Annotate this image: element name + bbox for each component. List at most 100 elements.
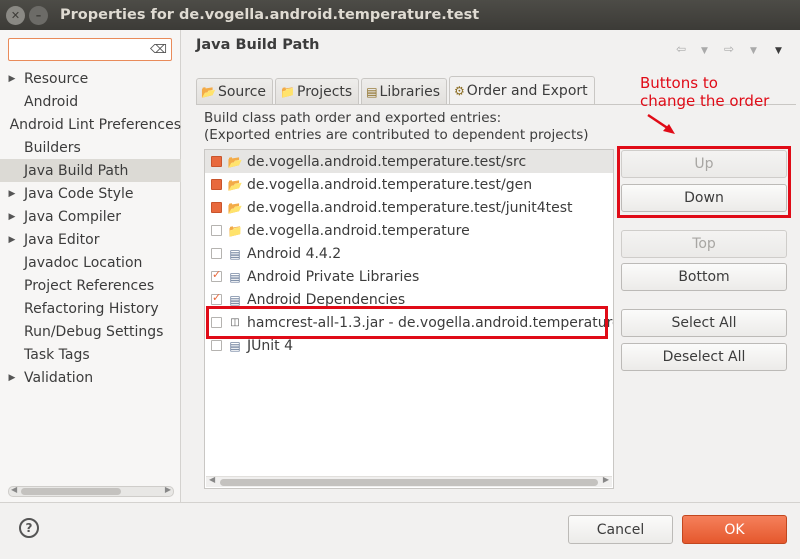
filter-input[interactable]: ⌫: [8, 38, 172, 61]
annotation-arrow-icon: [647, 113, 675, 134]
library-icon: ▤: [229, 338, 241, 353]
top-button[interactable]: Top: [621, 230, 787, 258]
window-title: Properties for de.vogella.android.temper…: [60, 7, 480, 23]
forward-arrow-icon[interactable]: ⇨: [724, 42, 734, 56]
tab-libraries[interactable]: ▤ Libraries: [361, 78, 448, 104]
export-checkbox[interactable]: [211, 340, 222, 351]
sidebar-horizontal-scrollbar[interactable]: ◀ ▶: [8, 485, 174, 497]
sidebar-item-project-references[interactable]: Project References: [0, 274, 181, 297]
export-checkbox[interactable]: [211, 179, 222, 190]
sidebar-item-javadoc-location[interactable]: Javadoc Location: [0, 251, 181, 274]
library-icon: ▤: [366, 84, 378, 99]
sidebar-item-java-code-style[interactable]: ▶ Java Code Style: [0, 182, 181, 205]
footer-separator: [0, 502, 800, 503]
cancel-button[interactable]: Cancel: [568, 515, 673, 544]
sidebar-item-label: Project References: [24, 277, 155, 294]
entry-label: de.vogella.android.temperature.test/juni…: [247, 199, 573, 216]
export-checkbox[interactable]: [211, 156, 222, 167]
entry-label: de.vogella.android.temperature.test/gen: [247, 176, 533, 193]
preference-tree: ▶ Resource Android Android Lint Preferences…: [0, 67, 181, 389]
expand-arrow-icon[interactable]: ▶: [0, 212, 24, 222]
deselect-all-button[interactable]: Deselect All: [621, 343, 787, 371]
sidebar-item-label: Java Compiler: [24, 208, 122, 225]
export-checkbox[interactable]: [211, 248, 222, 259]
entry-label: Android Private Libraries: [247, 268, 420, 285]
sidebar-item-label: Java Code Style: [24, 185, 134, 202]
library-icon: ▤: [229, 246, 241, 261]
classpath-entry-row[interactable]: 📁 de.vogella.android.temperature: [205, 219, 613, 242]
export-checkbox[interactable]: [211, 202, 222, 213]
folder-icon: 📂: [227, 154, 243, 169]
build-path-tabs: 📂 Source 📁 Projects ▤ Libraries ⚙ Order and Exp…: [196, 76, 597, 104]
sidebar-item-run-debug-settings[interactable]: Run/Debug Settings: [0, 320, 181, 343]
annotation-label: Buttons to change the order: [640, 74, 769, 110]
tab-source[interactable]: 📂 Source: [196, 78, 274, 104]
sidebar-item-android[interactable]: Android: [0, 90, 181, 113]
folder-icon: 📂: [227, 200, 243, 215]
select-all-button[interactable]: Select All: [621, 309, 787, 337]
view-menu-icon[interactable]: ▼: [775, 46, 782, 56]
classpath-entry-row[interactable]: 📂 de.vogella.android.temperature.test/jun…: [205, 196, 613, 219]
scroll-right-icon[interactable]: ▶: [603, 475, 609, 484]
title-bar: ✕ – Properties for de.vogella.android.te…: [0, 0, 800, 30]
expand-arrow-icon[interactable]: ▶: [0, 235, 24, 245]
scrollbar-thumb[interactable]: [21, 488, 121, 495]
tab-label: Source: [217, 83, 267, 100]
bottom-button[interactable]: Bottom: [621, 263, 787, 291]
sidebar-item-task-tags[interactable]: Task Tags: [0, 343, 181, 366]
classpath-entry-row[interactable]: ▤ Android 4.4.2: [205, 242, 613, 265]
sidebar-item-java-editor[interactable]: ▶ Java Editor: [0, 228, 181, 251]
entry-label: Android 4.4.2: [247, 245, 342, 262]
expand-arrow-icon[interactable]: ▶: [0, 74, 24, 84]
sidebar-item-label: Resource: [24, 70, 89, 87]
sidebar-item-label: Android: [24, 93, 79, 110]
back-arrow-icon[interactable]: ⇦: [676, 42, 686, 56]
scroll-left-icon[interactable]: ◀: [209, 475, 215, 484]
entry-label: de.vogella.android.temperature: [247, 222, 470, 239]
page-title: Java Build Path: [196, 37, 320, 53]
sidebar-item-builders[interactable]: Builders: [0, 136, 181, 159]
forward-dropdown-icon[interactable]: ▼: [750, 46, 757, 56]
export-checkbox[interactable]: [211, 291, 222, 305]
sidebar-item-resource[interactable]: ▶ Resource: [0, 67, 181, 90]
sidebar-item-label: Validation: [24, 369, 94, 386]
close-window-button[interactable]: ✕: [6, 5, 25, 25]
list-horizontal-scrollbar[interactable]: ◀ ▶: [206, 475, 612, 487]
classpath-entry-row[interactable]: 📂 de.vogella.android.temperature.test/gen: [205, 173, 613, 196]
annotation-box-entry: [206, 306, 608, 339]
minimize-window-button[interactable]: –: [29, 5, 48, 25]
annotation-box-buttons: [617, 146, 791, 218]
scroll-left-icon[interactable]: ◀: [11, 485, 17, 494]
scrollbar-thumb[interactable]: [220, 479, 598, 486]
order-export-icon: ⚙: [454, 83, 465, 98]
clear-icon[interactable]: ⌫: [150, 42, 167, 56]
tab-order-and-export[interactable]: ⚙ Order and Export: [449, 76, 595, 104]
classpath-entry-row[interactable]: ▤ Android Private Libraries: [205, 265, 613, 288]
entry-label: JUnit 4: [247, 337, 293, 354]
classpath-entry-row[interactable]: 📂 de.vogella.android.temperature.test/src: [205, 150, 613, 173]
tab-projects[interactable]: 📁 Projects: [275, 78, 360, 104]
description-line-1: Build class path order and exported entr…: [204, 110, 502, 126]
sidebar-item-android-lint-preferences[interactable]: Android Lint Preferences: [0, 113, 181, 136]
ok-button[interactable]: OK: [682, 515, 787, 544]
description-line-2: (Exported entries are contributed to dep…: [204, 127, 589, 143]
help-icon[interactable]: ?: [19, 518, 39, 538]
export-checkbox[interactable]: [211, 225, 222, 236]
order-description: Build class path order and exported entr…: [204, 110, 589, 144]
sidebar-item-java-compiler[interactable]: ▶ Java Compiler: [0, 205, 181, 228]
tab-label: Projects: [297, 83, 353, 100]
scroll-right-icon[interactable]: ▶: [165, 485, 171, 494]
annotation-line-2: change the order: [640, 92, 770, 110]
source-folder-icon: 📂: [201, 84, 216, 99]
sidebar-item-java-build-path[interactable]: Java Build Path: [0, 159, 181, 182]
expand-arrow-icon[interactable]: ▶: [0, 189, 24, 199]
library-icon: ▤: [229, 292, 241, 307]
back-dropdown-icon[interactable]: ▼: [701, 46, 708, 56]
expand-arrow-icon[interactable]: ▶: [0, 373, 24, 383]
project-icon: 📁: [280, 84, 295, 99]
sidebar-item-label: Java Editor: [24, 231, 100, 248]
export-checkbox[interactable]: [211, 268, 222, 282]
sidebar-item-validation[interactable]: ▶ Validation: [0, 366, 181, 389]
sidebar-item-refactoring-history[interactable]: Refactoring History: [0, 297, 181, 320]
tab-label: Libraries: [379, 83, 441, 100]
